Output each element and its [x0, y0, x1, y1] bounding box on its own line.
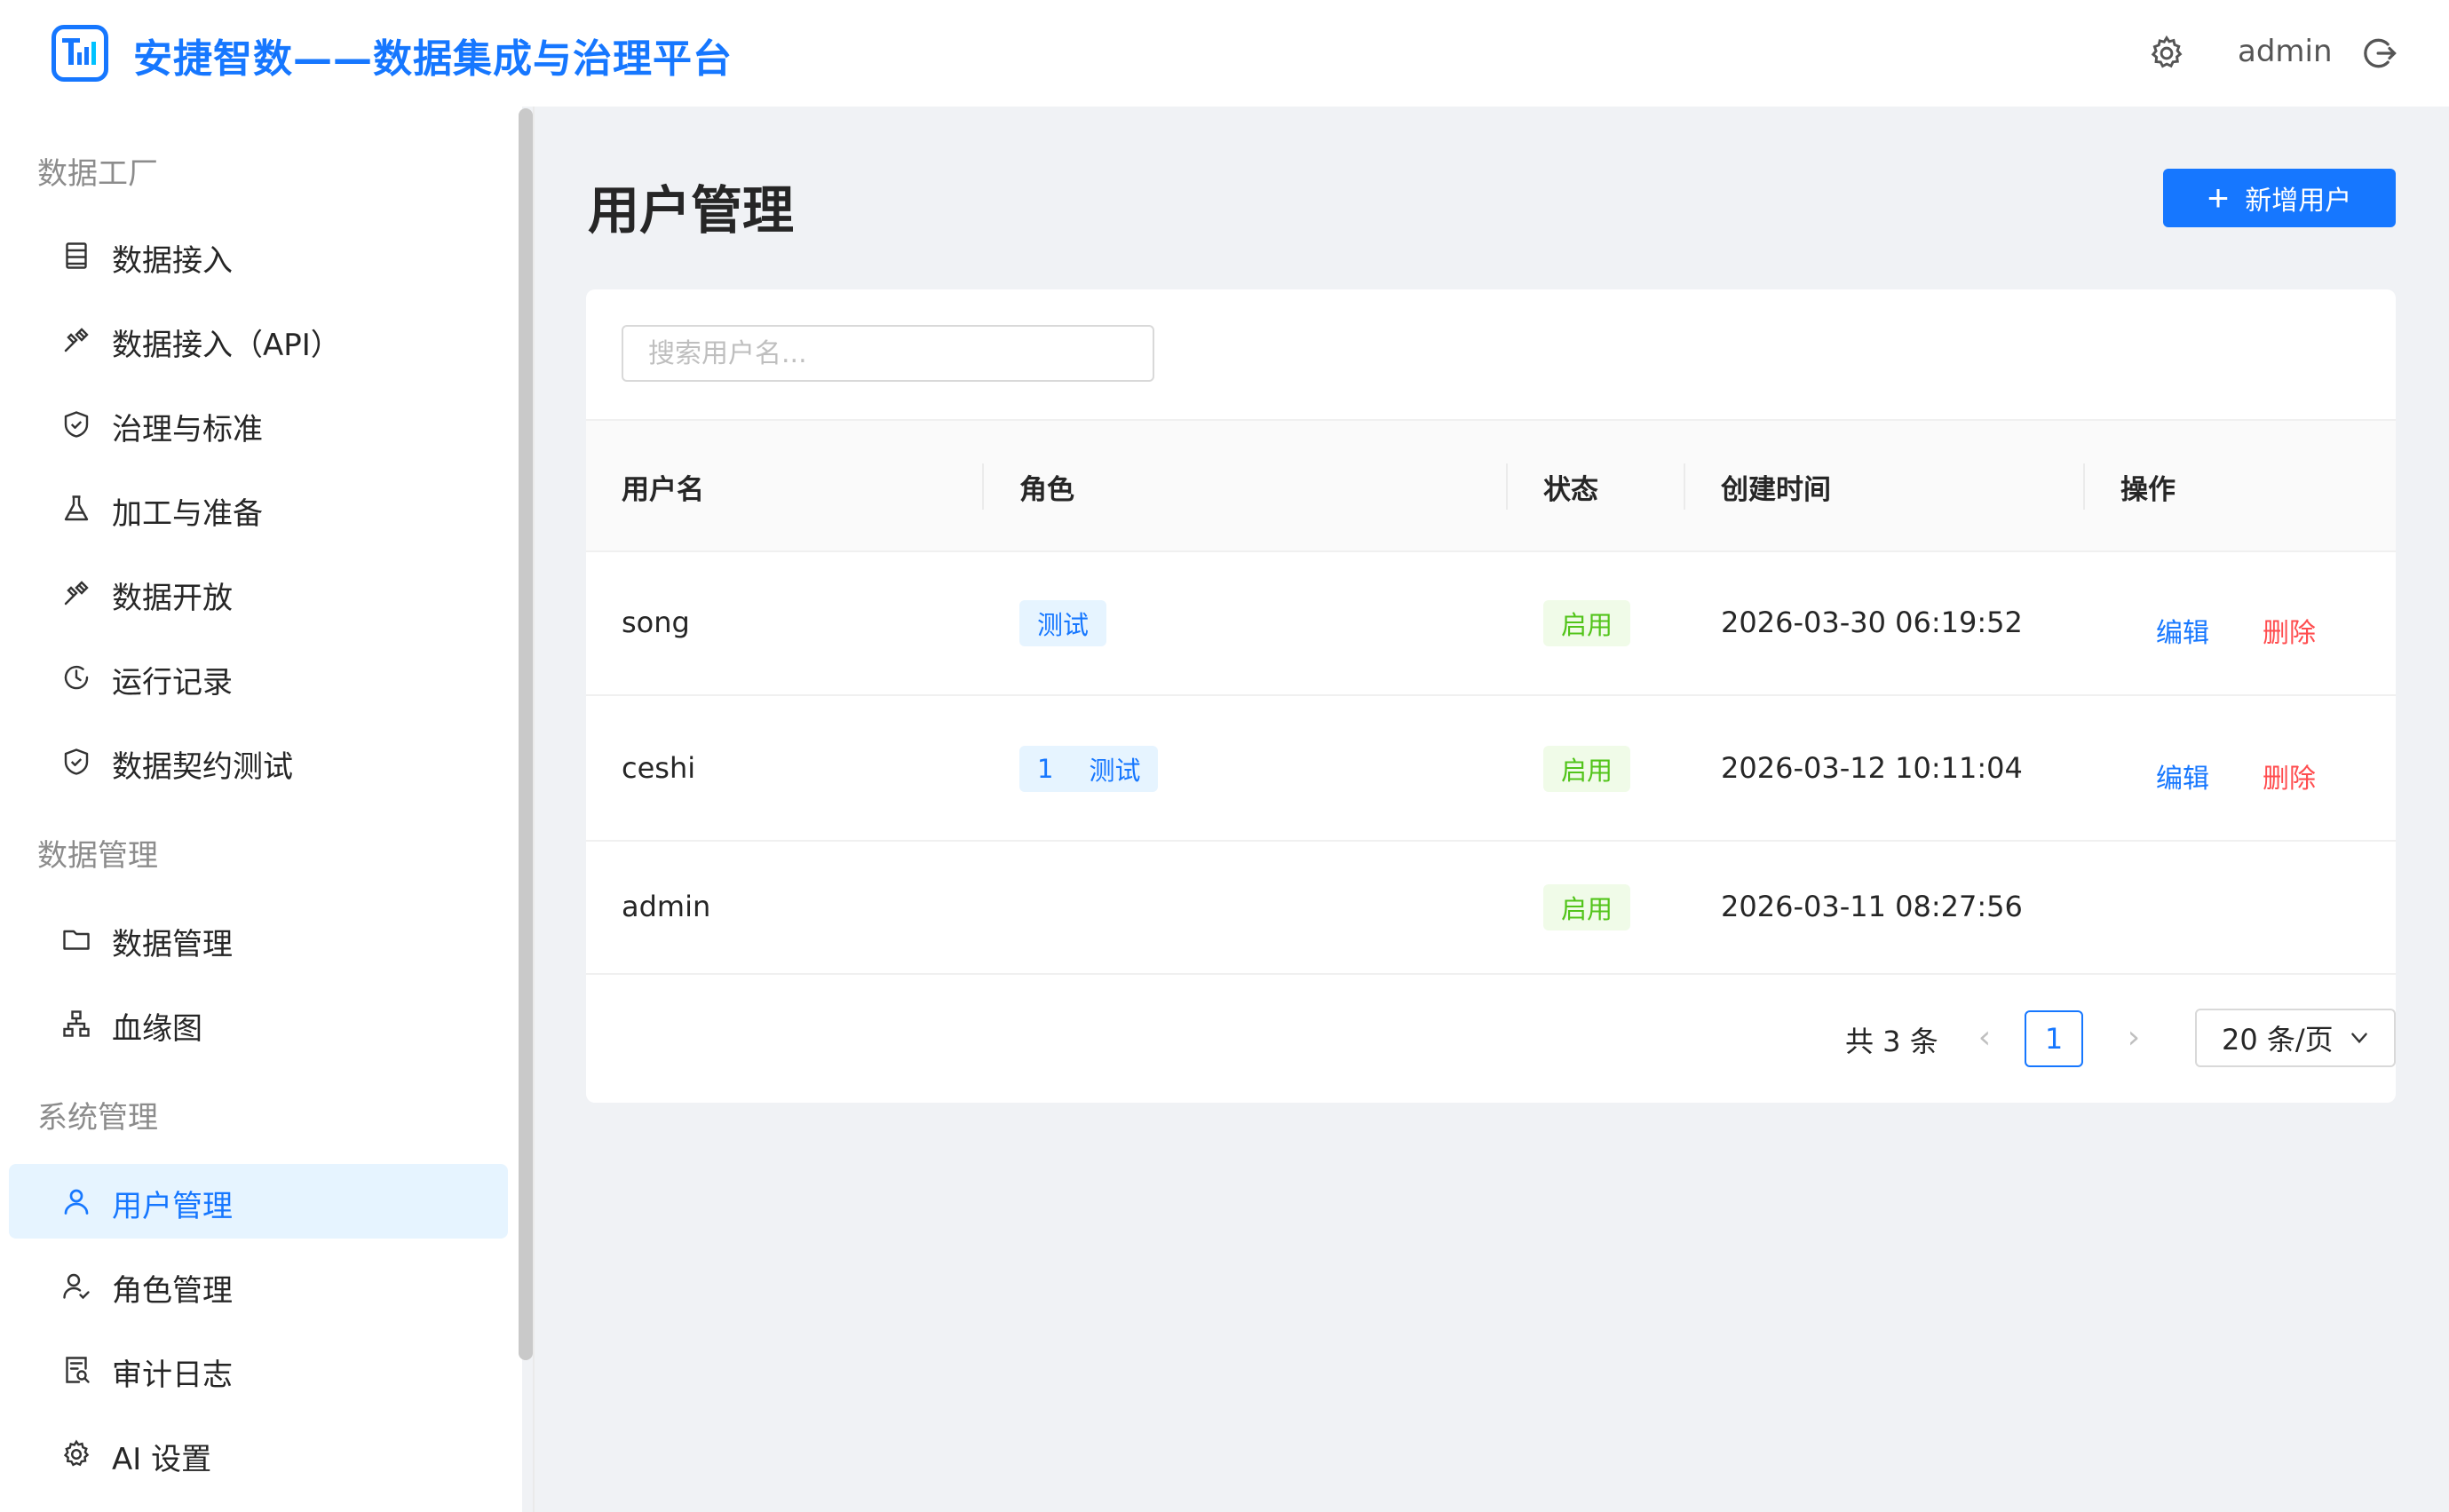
sidebar-scrollbar[interactable] [519, 108, 533, 1360]
add-user-button-label: 新增用户 [2245, 186, 2352, 216]
sidebar-item-label: AI 设置 [112, 1442, 212, 1477]
role-tag: 1 测试 [1019, 746, 1159, 792]
status-badge: 启用 [1543, 600, 1630, 646]
sidebar-item-data-open[interactable]: 数据开放 [9, 556, 508, 630]
audit-log-icon [66, 1357, 90, 1383]
status-badge: 启用 [1543, 884, 1630, 930]
role-icon [63, 1273, 90, 1300]
column-header-role: 角色 [1019, 474, 1074, 506]
chevron-right-icon[interactable]: › [2112, 1010, 2156, 1064]
edit-link[interactable]: 编辑 [2156, 756, 2209, 796]
sidebar-item-ai-settings[interactable]: AI 设置 [9, 1417, 508, 1492]
sidebar-item-label: 血缘图 [112, 1011, 202, 1047]
cell-created-time: 2026-03-30 06:19:52 [1721, 606, 2023, 639]
sidebar-item-label: 审计日志 [112, 1358, 233, 1393]
page-size-select[interactable]: 20 条/页 [2195, 1009, 2396, 1067]
flask-icon [64, 495, 89, 521]
sidebar-item-lineage[interactable]: 血缘图 [9, 986, 508, 1061]
sidebar-group-data-factory: 数据工厂 [37, 156, 158, 192]
column-separator [1684, 463, 1685, 510]
sidebar-group-system-management: 系统管理 [37, 1100, 158, 1136]
lineage-icon [63, 1010, 90, 1037]
folder-icon [63, 930, 90, 950]
column-separator [1506, 463, 1508, 510]
sidebar-item-audit-log[interactable]: 审计日志 [9, 1333, 508, 1407]
sidebar-item-data-management[interactable]: 数据管理 [9, 902, 508, 977]
api-plug-icon [64, 328, 89, 352]
sidebar-item-label: 数据开放 [112, 581, 233, 616]
column-header-status: 状态 [1543, 474, 1598, 506]
table-header: 用户名 角色 状态 创建时间 操作 [586, 419, 2396, 552]
role-tag-label: 测试 [1037, 610, 1090, 640]
sidebar-item-processing[interactable]: 加工与准备 [9, 471, 508, 546]
top-header: 安捷智数——数据集成与治理平台 admin [0, 0, 2449, 107]
edit-link[interactable]: 编辑 [2156, 611, 2209, 650]
cell-username: song [622, 606, 690, 639]
pagination-page[interactable]: 1 [2025, 1010, 2083, 1067]
app-title: 安捷智数——数据集成与治理平台 [133, 36, 733, 82]
cell-created-time: 2026-03-12 10:11:04 [1721, 751, 2023, 785]
page-title: 用户管理 [588, 180, 795, 241]
plus-icon: + [2207, 177, 2230, 218]
sidebar-item-user-management[interactable]: 用户管理 [9, 1164, 508, 1239]
role-tag: 测试 [1019, 600, 1107, 646]
sidebar-item-label: 数据契约测试 [112, 749, 293, 785]
user-table-card: 用户名 角色 状态 创建时间 操作 song 测试 启用 2026-03-30 … [586, 289, 2396, 1103]
cell-created-time: 2026-03-11 08:27:56 [1721, 890, 2023, 923]
api-plug-icon [64, 581, 89, 606]
sidebar-item-contract-test[interactable]: 数据契约测试 [9, 724, 508, 799]
clock-icon [64, 665, 89, 690]
sidebar-item-governance[interactable]: 治理与标准 [9, 387, 508, 462]
shield-check-icon [64, 748, 89, 775]
pagination-total: 共 3 条 [1845, 1025, 1938, 1058]
sidebar-item-data-ingest[interactable]: 数据接入 [9, 218, 508, 293]
user-icon [64, 1189, 89, 1215]
chevron-left-icon[interactable]: ‹ [1962, 1010, 2007, 1064]
logout-icon[interactable] [2360, 34, 2399, 73]
role-tag-label: 测试 [1089, 756, 1141, 786]
table-row: admin 启用 2026-03-11 08:27:56 [586, 842, 2396, 975]
sidebar-item-label: 治理与标准 [112, 412, 263, 447]
status-badge: 启用 [1543, 746, 1630, 792]
gear-icon[interactable] [2147, 34, 2186, 73]
delete-link[interactable]: 删除 [2263, 756, 2316, 796]
sidebar-item-run-records[interactable]: 运行记录 [9, 640, 508, 715]
sidebar-group-data-management: 数据管理 [37, 838, 158, 874]
page-size-value: 20 条/页 [2222, 1023, 2334, 1057]
chevron-down-icon [2351, 1033, 2367, 1044]
sidebar-item-label: 用户管理 [112, 1189, 233, 1224]
sidebar-item-role-management[interactable]: 角色管理 [9, 1248, 508, 1323]
search-input[interactable] [622, 325, 1154, 382]
sidebar-item-data-ingest-api[interactable]: 数据接入（API） [9, 303, 508, 377]
sidebar-item-label: 数据接入 [112, 243, 233, 279]
table-row: song 测试 启用 2026-03-30 06:19:52 编辑 删除 [586, 552, 2396, 696]
delete-link[interactable]: 删除 [2263, 611, 2316, 650]
cell-username: admin [622, 890, 711, 923]
current-user[interactable]: admin [2238, 34, 2333, 69]
shield-check-icon [64, 411, 89, 438]
app-logo [52, 25, 108, 82]
gear-icon [63, 1439, 90, 1467]
add-user-button[interactable]: + 新增用户 [2163, 169, 2396, 227]
column-header-actions: 操作 [2120, 474, 2176, 506]
table-row: ceshi 1 测试 启用 2026-03-12 10:11:04 编辑 删除 [586, 696, 2396, 842]
column-separator [982, 463, 984, 510]
column-header-username: 用户名 [622, 474, 704, 506]
column-separator [2083, 463, 2085, 510]
sidebar-item-label: 角色管理 [112, 1273, 233, 1309]
sidebar-divider [533, 107, 535, 1512]
sidebar-item-label: 数据接入（API） [112, 328, 341, 363]
sidebar-item-label: 加工与准备 [112, 496, 263, 532]
sidebar-item-label: 数据管理 [112, 927, 233, 962]
column-header-created: 创建时间 [1721, 474, 1831, 506]
role-tag-label: 1 [1037, 754, 1054, 784]
cell-username: ceshi [622, 751, 696, 785]
sidebar-item-label: 运行记录 [112, 665, 233, 701]
data-sheet-icon [66, 242, 87, 269]
